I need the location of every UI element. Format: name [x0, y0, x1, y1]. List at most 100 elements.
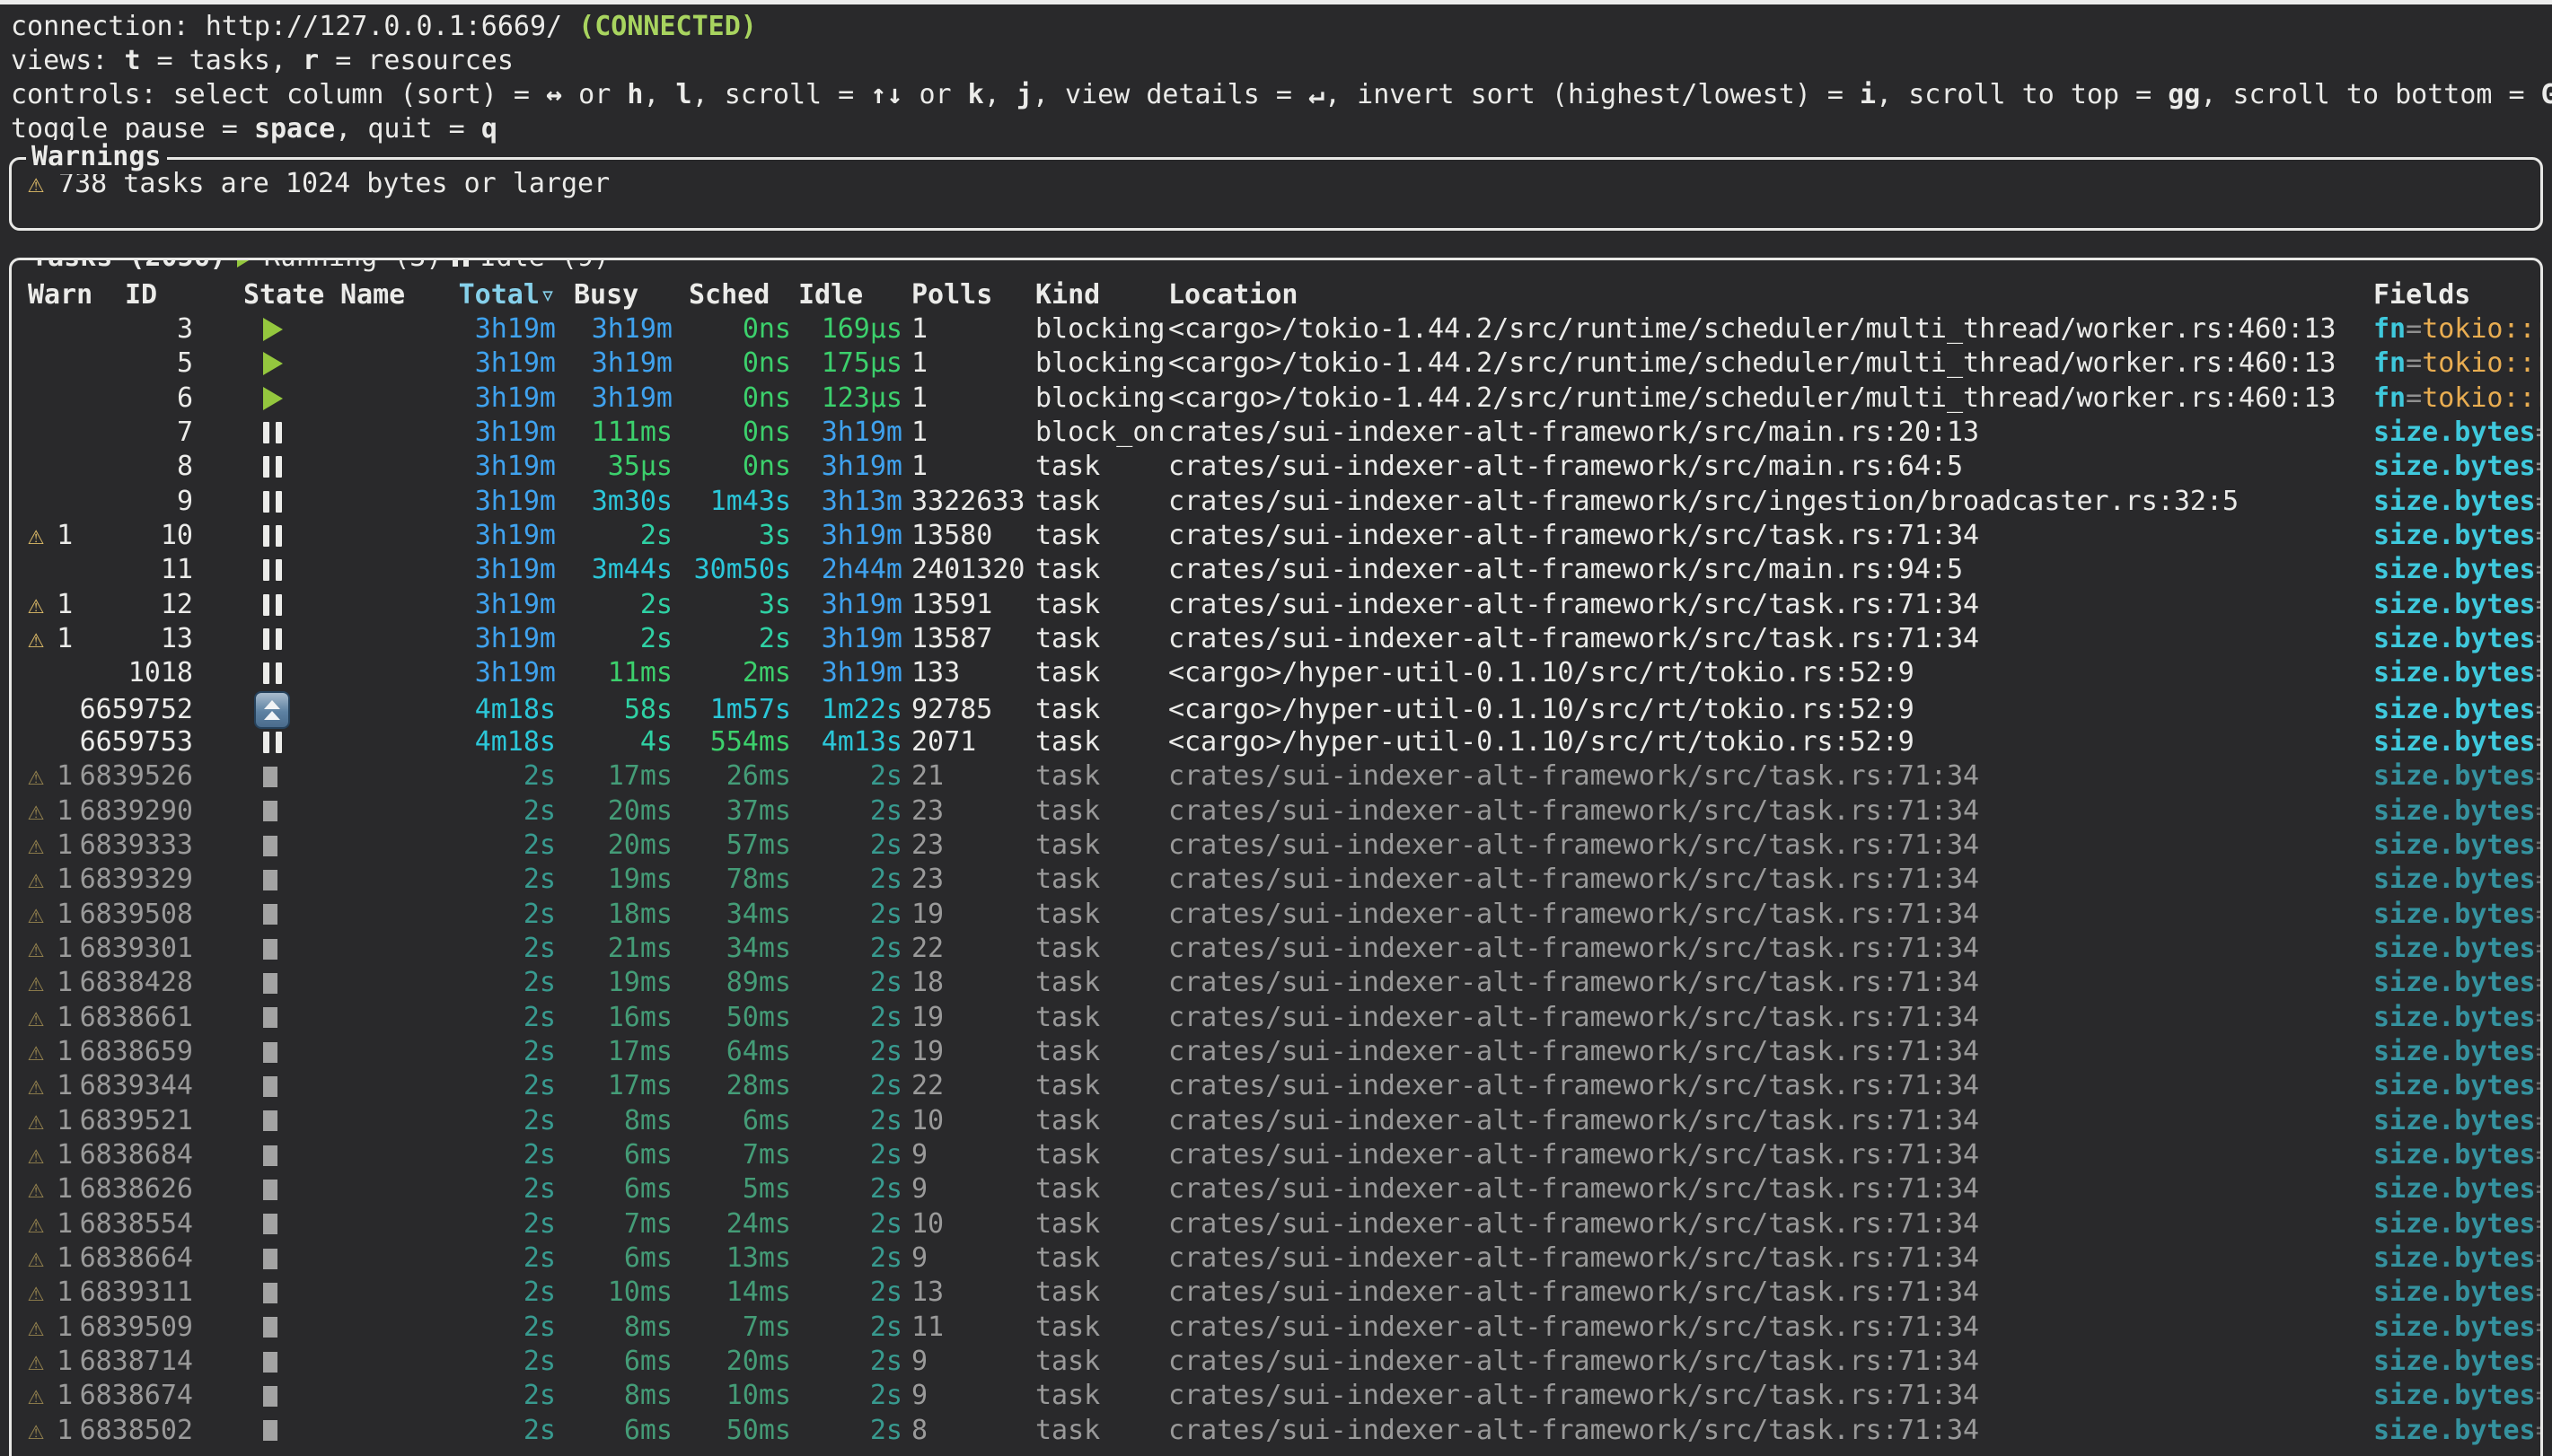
field-equals: = — [2406, 347, 2422, 379]
table-row[interactable]: 66597534m18s4s554ms4m13s2071task<cargo>/… — [28, 725, 2540, 759]
warning-triangle-icon: ⚠ — [28, 1345, 44, 1379]
warning-triangle-icon: ⚠ — [28, 759, 44, 794]
kind-cell: task — [1026, 932, 1161, 966]
warning-triangle-icon: ⚠ — [28, 1172, 44, 1206]
warn-count: 1 — [57, 1276, 73, 1310]
table-row[interactable]: 53h19m3h19m0ns175µs1blocking<cargo>/toki… — [28, 346, 2540, 381]
col-header-total-sorted[interactable]: Total▿ — [459, 278, 556, 312]
col-header-fields[interactable]: Fields — [2337, 278, 2540, 312]
status-header: connection: http://127.0.0.1:6669/ (CONN… — [0, 4, 2552, 146]
location-cell: crates/sui-indexer-alt-framework/src/tas… — [1161, 1138, 2337, 1172]
table-row[interactable]: ⚠168393292s19ms78ms2s23taskcrates/sui-in… — [28, 863, 2540, 897]
table-row[interactable]: 63h19m3h19m0ns123µs1blocking<cargo>/toki… — [28, 382, 2540, 416]
col-header-kind[interactable]: Kind — [1026, 278, 1161, 312]
table-row[interactable]: ⚠168386742s8ms10ms2s9taskcrates/sui-inde… — [28, 1379, 2540, 1413]
table-row[interactable]: ⚠168385542s7ms24ms2s10taskcrates/sui-ind… — [28, 1207, 2540, 1241]
field-key: size.bytes — [2373, 1002, 2536, 1033]
table-row[interactable]: 93h19m3m30s1m43s3h13m3322633taskcrates/s… — [28, 485, 2540, 519]
idle-cell: 3h19m — [822, 450, 902, 484]
table-row[interactable]: ⚠168395082s18ms34ms2s19taskcrates/sui-in… — [28, 898, 2540, 932]
sched-cell: 0ns — [743, 346, 791, 381]
warning-triangle-icon: ⚠ — [28, 1001, 44, 1035]
table-row[interactable]: ⚠168384282s19ms89ms2s18taskcrates/sui-in… — [28, 966, 2540, 1000]
table-row[interactable]: ⚠168386262s6ms5ms2s9taskcrates/sui-index… — [28, 1172, 2540, 1206]
col-header-warn[interactable]: Warn — [28, 278, 107, 312]
fields-cell: size.bytes= — [2337, 1069, 2543, 1103]
sched-cell: 0ns — [743, 450, 791, 484]
sched-cell: 34ms — [726, 932, 791, 966]
table-row[interactable]: ⚠168392902s20ms37ms2s23taskcrates/sui-in… — [28, 794, 2540, 829]
table-row[interactable]: ⚠168395212s8ms6ms2s10taskcrates/sui-inde… — [28, 1104, 2540, 1138]
table-row[interactable]: ⚠168386612s16ms50ms2s19taskcrates/sui-in… — [28, 1001, 2540, 1035]
kind-cell: task — [1026, 794, 1161, 829]
total-cell: 2s — [524, 1241, 556, 1276]
table-row[interactable]: ⚠168387142s6ms20ms2s9taskcrates/sui-inde… — [28, 1345, 2540, 1379]
table-row[interactable]: ⚠168385022s6ms50ms2s8taskcrates/sui-inde… — [28, 1414, 2540, 1448]
col-header-name[interactable]: Name — [297, 278, 396, 312]
col-header-id[interactable]: ID — [107, 278, 193, 312]
field-equals: = — [2536, 933, 2543, 964]
field-equals: = — [2536, 829, 2543, 861]
kind-cell: blocking — [1026, 312, 1161, 346]
task-id: 5 — [177, 346, 193, 381]
table-row[interactable]: ⚠1133h19m2s2s3h19m13587taskcrates/sui-in… — [28, 622, 2540, 656]
state-cell — [193, 559, 297, 581]
col-header-state[interactable]: State — [193, 278, 297, 312]
table-row[interactable]: 113h19m3m44s30m50s2h44m2401320taskcrates… — [28, 553, 2540, 587]
idle-cell: 2s — [870, 932, 902, 966]
field-key: fn — [2373, 382, 2406, 414]
key-token: i — [1860, 79, 1876, 110]
table-row[interactable]: 10183h19m11ms2ms3h19m133task<cargo>/hype… — [28, 656, 2540, 690]
field-key: size.bytes — [2373, 486, 2536, 517]
busy-cell: 20ms — [608, 829, 673, 863]
table-row[interactable]: 73h19m111ms0ns3h19m1block_oncrates/sui-i… — [28, 416, 2540, 450]
col-header-sched[interactable]: Sched — [673, 278, 791, 312]
warn-cell: ⚠1 — [28, 622, 107, 656]
total-cell: 2s — [524, 1379, 556, 1413]
key-token: G — [2541, 79, 2552, 110]
busy-cell: 3h19m — [592, 346, 673, 381]
col-header-polls[interactable]: Polls — [902, 278, 1026, 312]
warn-count: 1 — [57, 1069, 73, 1103]
table-row[interactable]: ⚠168393332s20ms57ms2s23taskcrates/sui-in… — [28, 829, 2540, 863]
field-key: size.bytes — [2373, 1276, 2536, 1308]
sched-cell: 26ms — [726, 759, 791, 794]
total-cell: 2s — [524, 794, 556, 829]
field-equals: = — [2536, 1105, 2543, 1136]
busy-cell: 3m30s — [592, 485, 673, 519]
table-row[interactable]: ⚠168386592s17ms64ms2s19taskcrates/sui-in… — [28, 1035, 2540, 1069]
kind-cell: task — [1026, 1414, 1161, 1448]
table-row[interactable]: 83h19m35µs0ns3h19m1taskcrates/sui-indexe… — [28, 450, 2540, 484]
table-row[interactable]: ⚠168393012s21ms34ms2s22taskcrates/sui-in… — [28, 932, 2540, 966]
col-header-idle[interactable]: Idle — [791, 278, 902, 312]
col-header-location[interactable]: Location — [1161, 278, 2337, 312]
field-key: size.bytes — [2373, 1070, 2536, 1101]
kind-cell: task — [1026, 1001, 1161, 1035]
table-row[interactable]: ⚠1103h19m2s3s3h19m13580taskcrates/sui-in… — [28, 519, 2540, 553]
col-header-busy[interactable]: Busy — [556, 278, 673, 312]
task-id: 6839526 — [80, 759, 193, 794]
table-row[interactable]: ⚠168393112s10ms14ms2s13taskcrates/sui-in… — [28, 1276, 2540, 1310]
completed-square-icon — [263, 973, 277, 994]
table-row[interactable]: ⚠168386842s6ms7ms2s9taskcrates/sui-index… — [28, 1138, 2540, 1172]
field-key: size.bytes — [2373, 417, 2536, 448]
table-row[interactable]: ⚠1123h19m2s3s3h19m13591taskcrates/sui-in… — [28, 588, 2540, 622]
state-cell — [193, 1249, 297, 1269]
table-row[interactable]: 66597524m18s58s1m57s1m22s92785task<cargo… — [28, 691, 2540, 725]
sched-cell: 57ms — [726, 829, 791, 863]
field-key: fn — [2373, 347, 2406, 379]
table-row[interactable]: ⚠168395092s8ms7ms2s11taskcrates/sui-inde… — [28, 1311, 2540, 1345]
total-cell: 2s — [524, 1001, 556, 1035]
table-row[interactable]: ⚠168395262s17ms26ms2s21taskcrates/sui-in… — [28, 759, 2540, 794]
table-row[interactable]: ⚠168393442s17ms28ms2s22taskcrates/sui-in… — [28, 1069, 2540, 1103]
field-equals: = — [2536, 1139, 2543, 1171]
table-row[interactable]: 33h19m3h19m0ns169µs1blocking<cargo>/toki… — [28, 312, 2540, 346]
field-key: size.bytes — [2373, 1036, 2536, 1067]
kind-cell: task — [1026, 863, 1161, 897]
fields-cell: size.bytes= — [2337, 898, 2543, 932]
busy-cell: 35µs — [608, 450, 673, 484]
sched-cell: 1m43s — [710, 485, 791, 519]
task-id: 6 — [177, 382, 193, 416]
table-row[interactable]: ⚠168386642s6ms13ms2s9taskcrates/sui-inde… — [28, 1241, 2540, 1276]
idle-cell: 3h19m — [822, 656, 902, 690]
